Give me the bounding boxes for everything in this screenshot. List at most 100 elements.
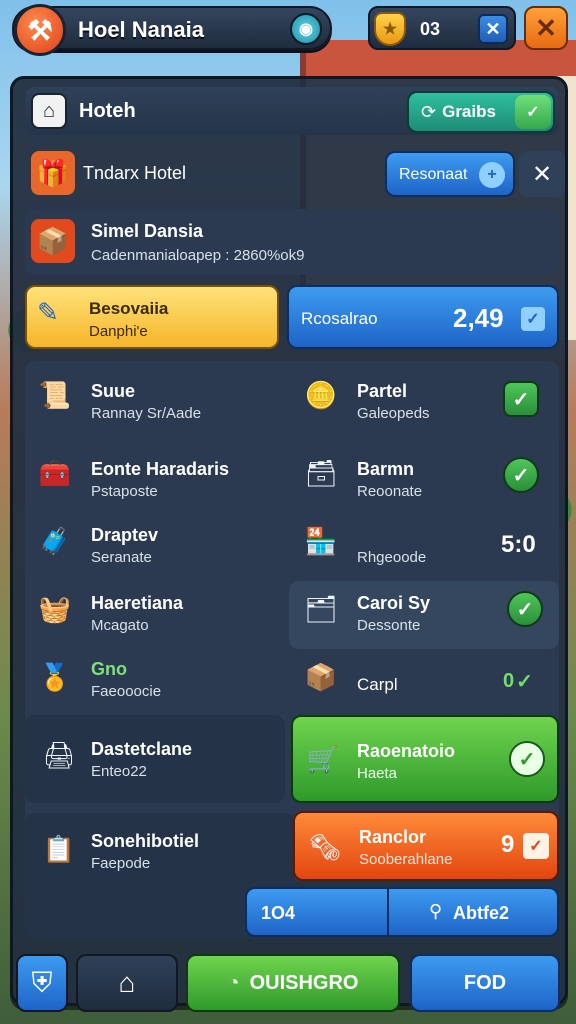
item-subtitle: Enteo22: [91, 763, 147, 780]
offer-button[interactable]: 🗞 Ranclor Sooberahlane 9 ✓: [293, 811, 559, 881]
basket-icon: 🧺: [38, 593, 72, 624]
item-subtitle: Rannay Sr/Aade: [91, 405, 202, 422]
item-subtitle: Haeta: [357, 765, 398, 782]
item-value-with-check[interactable]: 0 ✓: [503, 669, 533, 694]
item-value: 5:0: [501, 531, 536, 558]
crate-icon: 🧰: [38, 457, 72, 488]
item-title: Suue: [91, 381, 136, 401]
check-button[interactable]: ✓: [507, 591, 543, 627]
divider: [387, 889, 407, 935]
printer-icon: 🖨: [42, 739, 76, 770]
reservation-card[interactable]: ✎ Besovaiia Danphi'e: [25, 285, 279, 349]
close-button[interactable]: ✕: [524, 6, 568, 50]
refresh-icon: ⟳: [421, 101, 437, 122]
item-title: Raoenatoio: [357, 741, 456, 761]
app-title: Hoel Nanaia: [78, 17, 204, 42]
featured-item-button[interactable]: 🛒 Raoenatoio Haeta ✓: [291, 715, 559, 803]
clipboard-icon: 📋: [42, 833, 76, 864]
item-subtitle: Galeopeds: [357, 405, 430, 422]
check-icon: ✓: [516, 671, 533, 693]
item-title: Carpl: [357, 675, 398, 694]
item-subtitle: Mcagato: [91, 617, 149, 634]
item-title: Dastetclane: [91, 739, 193, 759]
check-button[interactable]: ✓: [503, 457, 539, 493]
item-title: Caroi Sy: [357, 593, 431, 613]
footer-pill[interactable]: 1O4 ⚲ Abtfe2: [245, 887, 559, 937]
reservation-card-title: Besovaiia: [89, 299, 169, 318]
pen-icon: ✎: [37, 297, 59, 327]
item-title: Eonte Haradaris: [91, 459, 230, 479]
banner-row[interactable]: 📦 Simel Dansia Cadenmanialoapep : 2860%o…: [25, 209, 559, 275]
item-value: 9: [501, 831, 515, 858]
close-icon[interactable]: ✕: [478, 14, 508, 44]
banner-title: Simel Dansia: [91, 221, 204, 241]
location-pin-icon: ⚲: [429, 901, 443, 921]
top-bar: ⚒ Hoel Nanaia ◉ ★ 03 ✕ ✕: [0, 0, 576, 58]
item-title: Sonehibotiel: [91, 831, 199, 851]
chest-icon: 🗃: [304, 457, 338, 488]
bottom-nav: ⛨ ⌂ ◔ OUISHGRO FOD: [10, 950, 568, 1018]
item-subtitle: Seranate: [91, 549, 152, 566]
featured-row: 🎁 Tndarx Hotel Resonaat + ✕: [25, 145, 565, 201]
reservation-button[interactable]: Rcosalrao 2,49 ✓: [287, 285, 559, 349]
shield-icon[interactable]: ⛨: [16, 954, 68, 1012]
check-button[interactable]: ✓: [503, 381, 539, 417]
hammer-icon[interactable]: ⚒: [14, 4, 66, 56]
scroll-icon: 📜: [38, 379, 72, 410]
coin-icon: ★: [374, 12, 406, 46]
banner-subtitle: Cadenmanialoapep : 2860%ok9: [91, 247, 305, 264]
dismiss-icon[interactable]: ✕: [519, 151, 565, 197]
cart-icon: 🛒: [306, 743, 340, 774]
reserve-label: Resonaat: [399, 166, 468, 183]
secondary-action-label: FOD: [463, 971, 507, 994]
shop-icon: 🏪: [304, 525, 338, 556]
coin-count: 03: [420, 19, 441, 39]
item-subtitle: Reoonate: [357, 483, 423, 500]
reservation-card-subtitle: Danphi'e: [89, 323, 148, 340]
coins-icon: 🪙: [304, 379, 338, 410]
title-pill: ⚒ Hoel Nanaia ◉: [12, 4, 332, 56]
plus-icon: +: [479, 162, 505, 188]
medal-icon: 🏅: [38, 661, 72, 692]
hotel-panel: ⌂ Hoteh ⟳ Graibs ✓ 🎁 Tndarx Hotel Resona…: [10, 76, 568, 1006]
grab-button[interactable]: ⟳ Graibs ✓: [407, 91, 555, 133]
item-title: Partel: [357, 381, 408, 401]
item-title: Barmn: [357, 459, 415, 479]
primary-action-button[interactable]: ◔ OUISHGRO: [186, 954, 400, 1012]
speech-icon: ◔: [227, 971, 240, 994]
paper-stack-icon: 🗂: [304, 593, 338, 624]
item-subtitle: Pstaposte: [91, 483, 158, 500]
toolbox-icon: 🧳: [38, 525, 72, 556]
box-icon: 📦: [304, 661, 338, 692]
item-subtitle: Sooberahlane: [359, 851, 453, 868]
info-icon[interactable]: ◉: [290, 13, 322, 45]
coin-counter: ★ 03 ✕: [368, 6, 516, 50]
check-button[interactable]: ✓: [509, 741, 545, 777]
grab-button-label: Graibs: [442, 102, 496, 121]
check-icon: ✓: [523, 833, 549, 859]
panel-header: ⌂ Hoteh ⟳ Graibs ✓: [25, 87, 559, 135]
item-subtitle: Faeooocie: [91, 683, 162, 700]
check-icon: ✓: [521, 307, 545, 331]
papers-icon: 🗞: [308, 831, 342, 862]
reservation-button-label: Rcosalrao: [301, 309, 378, 328]
secondary-action-button[interactable]: FOD: [410, 954, 560, 1012]
reserve-button[interactable]: Resonaat +: [385, 151, 515, 197]
item-subtitle: Dessonte: [357, 617, 421, 634]
home-icon[interactable]: ⌂: [31, 93, 67, 129]
item-subtitle: Faepode: [91, 855, 151, 872]
gift-icon: 🎁: [31, 151, 75, 195]
item-title: Rhgeoode: [357, 549, 427, 566]
reservation-value: 2,49: [453, 303, 504, 333]
item-title: Draptev: [91, 525, 159, 545]
chevron-down-icon[interactable]: ✓: [515, 95, 551, 129]
item-title: Ranclor: [359, 827, 427, 847]
treasure-box-icon: 📦: [31, 219, 75, 263]
item-title: Haeretiana: [91, 593, 184, 613]
item-title: Gno: [91, 659, 127, 679]
footer-left-value: 1O4: [261, 903, 296, 923]
home-icon[interactable]: ⌂: [76, 954, 178, 1012]
footer-right-value: Abtfe2: [453, 903, 510, 923]
primary-action-label: OUISHGRO: [249, 971, 359, 994]
panel-title: Hoteh: [79, 100, 136, 122]
